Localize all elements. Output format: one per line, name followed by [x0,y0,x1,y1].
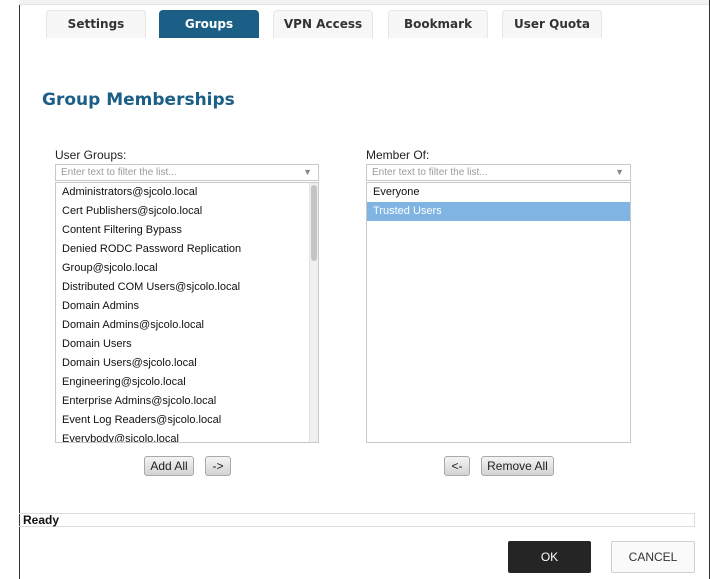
list-item[interactable]: Event Log Readers@sjcolo.local [56,411,318,430]
list-item[interactable]: Everybody@sjcolo.local [56,430,318,442]
list-item[interactable]: Enterprise Admins@sjcolo.local [56,392,318,411]
list-item[interactable]: Group@sjcolo.local [56,259,318,278]
add-all-button[interactable]: Add All [144,456,194,476]
list-item-selected[interactable]: Trusted Users [367,202,630,221]
list-item[interactable]: Domain Admins [56,297,318,316]
list-item[interactable]: Administrators@sjcolo.local [56,183,318,202]
section-title: Group Memberships [42,90,235,110]
user-groups-scrollbar[interactable] [309,183,318,442]
tab-settings[interactable]: Settings [46,10,146,38]
tab-user-quota[interactable]: User Quota [502,10,602,38]
user-groups-filter-input[interactable]: Enter text to filter the list... ▼ [55,164,319,181]
list-item[interactable]: Cert Publishers@sjcolo.local [56,202,318,221]
dialog-top-strip [19,0,709,5]
member-of-label: Member Of: [366,148,430,162]
filter-placeholder: Enter text to filter the list... [372,167,488,178]
list-item[interactable]: Domain Users [56,335,318,354]
list-item[interactable]: Engineering@sjcolo.local [56,373,318,392]
tab-vpn-access[interactable]: VPN Access [273,10,373,38]
remove-button[interactable]: <- [444,456,470,476]
member-of-list[interactable]: Everyone Trusted Users [366,182,631,443]
dropdown-arrow-icon[interactable]: ▼ [615,165,624,180]
ok-button[interactable]: OK [508,541,591,573]
window-frame-left [0,0,20,579]
member-of-filter-input[interactable]: Enter text to filter the list... ▼ [366,164,631,181]
status-bar [19,513,695,527]
remove-all-button[interactable]: Remove All [481,456,554,476]
list-item[interactable]: Distributed COM Users@sjcolo.local [56,278,318,297]
scrollbar-thumb[interactable] [311,185,317,261]
list-item[interactable]: Domain Users@sjcolo.local [56,354,318,373]
add-button[interactable]: -> [205,456,231,476]
user-groups-list[interactable]: Administrators@sjcolo.local Cert Publish… [55,182,319,443]
dropdown-arrow-icon[interactable]: ▼ [303,165,312,180]
tab-bookmark[interactable]: Bookmark [388,10,488,38]
cancel-button[interactable]: CANCEL [611,541,695,573]
filter-placeholder: Enter text to filter the list... [61,167,177,178]
list-item[interactable]: Everyone [367,183,630,202]
list-item[interactable]: Content Filtering Bypass [56,221,318,240]
list-item[interactable]: Domain Admins@sjcolo.local [56,316,318,335]
tab-groups[interactable]: Groups [159,10,259,38]
status-text: Ready [23,513,60,527]
user-groups-label: User Groups: [55,148,127,162]
list-item[interactable]: Denied RODC Password Replication [56,240,318,259]
